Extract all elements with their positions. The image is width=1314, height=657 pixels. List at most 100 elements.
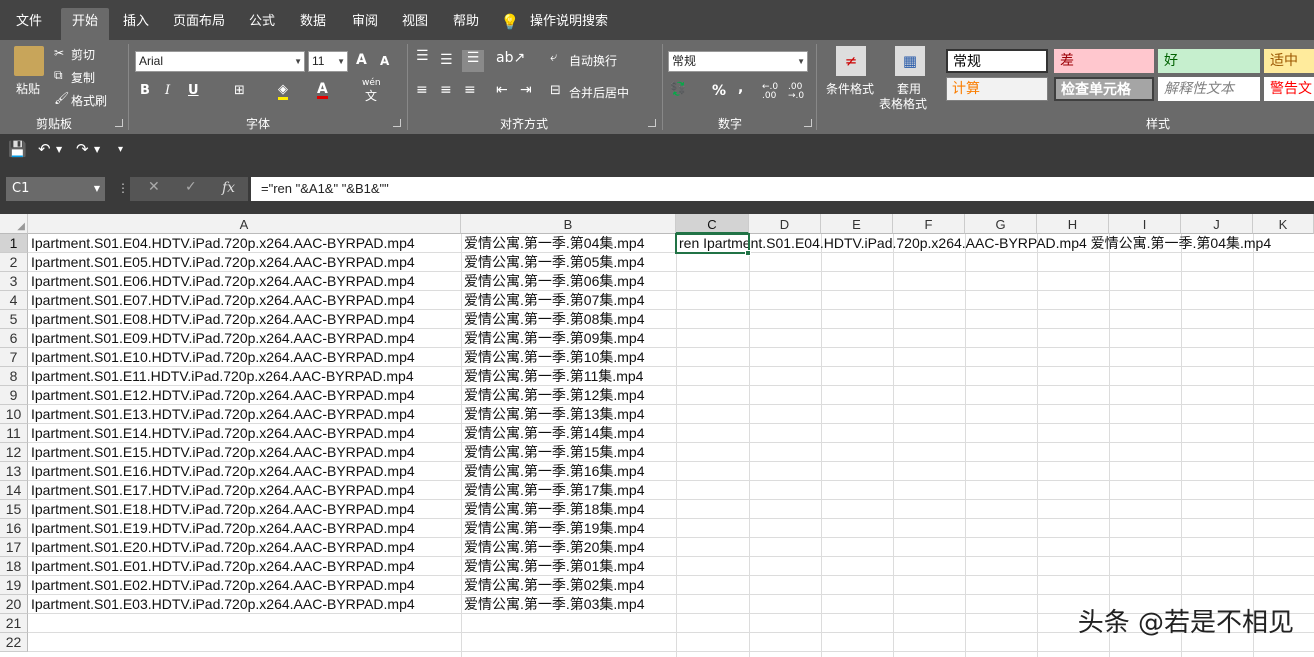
row-header[interactable]: 10	[0, 405, 28, 424]
italic-button[interactable]: I	[165, 83, 170, 98]
cell-a[interactable]: Ipartment.S01.E07.HDTV.iPad.720p.x264.AA…	[28, 291, 415, 310]
align-bottom-icon[interactable]: ☰	[462, 50, 484, 72]
cell-a[interactable]: Ipartment.S01.E08.HDTV.iPad.720p.x264.AA…	[28, 310, 415, 329]
conditional-formatting-button[interactable]: 条件格式	[826, 80, 874, 97]
number-format-combo[interactable]: 常规 ▼	[668, 51, 808, 72]
style-explanatory[interactable]: 解释性文本	[1158, 77, 1260, 101]
cell-a[interactable]: Ipartment.S01.E15.HDTV.iPad.720p.x264.AA…	[28, 443, 415, 462]
align-right-icon[interactable]: ≡	[464, 82, 476, 98]
style-check-cell[interactable]: 检查单元格	[1054, 77, 1154, 101]
font-size-combo[interactable]: 11 ▼	[308, 51, 348, 72]
row-header[interactable]: 9	[0, 386, 28, 405]
cell-b[interactable]: 爱情公寓.第一季.第05集.mp4	[461, 253, 644, 272]
cell-a[interactable]: Ipartment.S01.E05.HDTV.iPad.720p.x264.AA…	[28, 253, 415, 272]
percent-button[interactable]: %	[712, 83, 726, 99]
increase-decimal-button[interactable]: ←.0 .00	[762, 83, 778, 101]
column-header[interactable]: B	[461, 214, 676, 234]
cell-a[interactable]: Ipartment.S01.E02.HDTV.iPad.720p.x264.AA…	[28, 576, 415, 595]
cell-b[interactable]: 爱情公寓.第一季.第04集.mp4	[461, 234, 644, 253]
copy-icon[interactable]: ⧉	[54, 68, 63, 83]
customize-qat-icon[interactable]: ▾	[118, 144, 123, 155]
cell-a[interactable]: Ipartment.S01.E03.HDTV.iPad.720p.x264.AA…	[28, 595, 415, 614]
tell-me-search[interactable]: 操作说明搜索	[528, 0, 610, 40]
orientation-icon[interactable]: ab↗	[496, 50, 525, 66]
row-header[interactable]: 18	[0, 557, 28, 576]
align-top-icon[interactable]: ☰	[416, 48, 429, 64]
decrease-decimal-button[interactable]: .00 →.0	[788, 83, 804, 101]
merge-center-button[interactable]: 合并后居中	[569, 84, 629, 101]
select-all-corner[interactable]: ◢	[0, 214, 28, 234]
cell-b[interactable]: 爱情公寓.第一季.第11集.mp4	[461, 367, 643, 386]
column-header[interactable]: K	[1253, 214, 1314, 234]
cell-a[interactable]: Ipartment.S01.E09.HDTV.iPad.720p.x264.AA…	[28, 329, 415, 348]
align-center-icon[interactable]: ≡	[440, 82, 452, 98]
cell-a[interactable]: Ipartment.S01.E10.HDTV.iPad.720p.x264.AA…	[28, 348, 415, 367]
row-header[interactable]: 6	[0, 329, 28, 348]
column-header[interactable]: I	[1109, 214, 1181, 234]
column-header[interactable]: J	[1181, 214, 1253, 234]
cell-b[interactable]: 爱情公寓.第一季.第08集.mp4	[461, 310, 644, 329]
cell-a[interactable]: Ipartment.S01.E11.HDTV.iPad.720p.x264.AA…	[28, 367, 414, 386]
cell-b[interactable]: 爱情公寓.第一季.第17集.mp4	[461, 481, 644, 500]
cell-b[interactable]: 爱情公寓.第一季.第12集.mp4	[461, 386, 644, 405]
decrease-indent-icon[interactable]: ⇤	[496, 82, 508, 98]
phonetic-icon-bottom[interactable]: 文	[365, 87, 377, 104]
column-header[interactable]: D	[749, 214, 821, 234]
column-header[interactable]: E	[821, 214, 893, 234]
cut-button[interactable]: 剪切	[71, 46, 95, 63]
wrap-text-icon[interactable]: ⤶	[550, 50, 557, 65]
cell-b[interactable]: 爱情公寓.第一季.第01集.mp4	[461, 557, 644, 576]
redo-icon[interactable]: ↷	[76, 140, 89, 158]
tab-formulas[interactable]: 公式	[242, 0, 282, 40]
align-left-icon[interactable]: ≡	[416, 82, 428, 98]
row-header[interactable]: 14	[0, 481, 28, 500]
tab-page-layout[interactable]: 页面布局	[168, 0, 230, 40]
cell-b[interactable]: 爱情公寓.第一季.第13集.mp4	[461, 405, 644, 424]
cell-a[interactable]: Ipartment.S01.E04.HDTV.iPad.720p.x264.AA…	[28, 234, 415, 253]
insert-function-button[interactable]: fx	[222, 180, 235, 196]
row-header[interactable]: 15	[0, 500, 28, 519]
tab-review[interactable]: 审阅	[344, 0, 386, 40]
number-launcher-icon[interactable]	[804, 119, 812, 127]
grow-font-button[interactable]: A	[356, 52, 367, 68]
active-cell-selection[interactable]	[675, 233, 750, 254]
cell-a[interactable]: Ipartment.S01.E17.HDTV.iPad.720p.x264.AA…	[28, 481, 415, 500]
style-neutral[interactable]: 适中	[1264, 49, 1314, 73]
accounting-icon[interactable]: 💱	[670, 82, 686, 97]
style-calculation[interactable]: 计算	[946, 77, 1048, 101]
merge-icon[interactable]: ⊟	[550, 83, 561, 98]
enter-icon[interactable]: ✓	[185, 179, 197, 195]
cell-a[interactable]: Ipartment.S01.E06.HDTV.iPad.720p.x264.AA…	[28, 272, 415, 291]
column-header[interactable]: C	[676, 214, 749, 234]
tab-home[interactable]: 开始	[61, 8, 109, 40]
cell-b[interactable]: 爱情公寓.第一季.第19集.mp4	[461, 519, 644, 538]
row-header[interactable]: 3	[0, 272, 28, 291]
row-header[interactable]: 11	[0, 424, 28, 443]
cell-a[interactable]: Ipartment.S01.E13.HDTV.iPad.720p.x264.AA…	[28, 405, 415, 424]
cell-a[interactable]: Ipartment.S01.E16.HDTV.iPad.720p.x264.AA…	[28, 462, 415, 481]
row-header[interactable]: 20	[0, 595, 28, 614]
cell-b[interactable]: 爱情公寓.第一季.第03集.mp4	[461, 595, 644, 614]
format-as-table-button[interactable]: 表格格式	[879, 95, 927, 112]
align-middle-icon[interactable]: ☰	[440, 52, 453, 68]
row-header[interactable]: 4	[0, 291, 28, 310]
font-launcher-icon[interactable]	[393, 119, 401, 127]
copy-button[interactable]: 复制	[71, 69, 95, 86]
row-header[interactable]: 1	[0, 234, 28, 253]
tab-insert[interactable]: 插入	[115, 0, 157, 40]
cell-b[interactable]: 爱情公寓.第一季.第20集.mp4	[461, 538, 644, 557]
style-normal[interactable]: 常规	[946, 49, 1048, 73]
chevron-down-icon[interactable]: ▼	[56, 145, 62, 154]
style-bad[interactable]: 差	[1054, 49, 1154, 73]
tab-data[interactable]: 数据	[292, 0, 334, 40]
column-header[interactable]: F	[893, 214, 965, 234]
wrap-text-button[interactable]: 自动换行	[569, 52, 617, 69]
cell-b[interactable]: 爱情公寓.第一季.第15集.mp4	[461, 443, 644, 462]
column-header[interactable]: G	[965, 214, 1037, 234]
row-header[interactable]: 16	[0, 519, 28, 538]
row-header[interactable]: 13	[0, 462, 28, 481]
cell-a[interactable]: Ipartment.S01.E19.HDTV.iPad.720p.x264.AA…	[28, 519, 415, 538]
cell-a[interactable]: Ipartment.S01.E14.HDTV.iPad.720p.x264.AA…	[28, 424, 415, 443]
cell-b[interactable]: 爱情公寓.第一季.第10集.mp4	[461, 348, 644, 367]
tab-help[interactable]: 帮助	[445, 0, 487, 40]
